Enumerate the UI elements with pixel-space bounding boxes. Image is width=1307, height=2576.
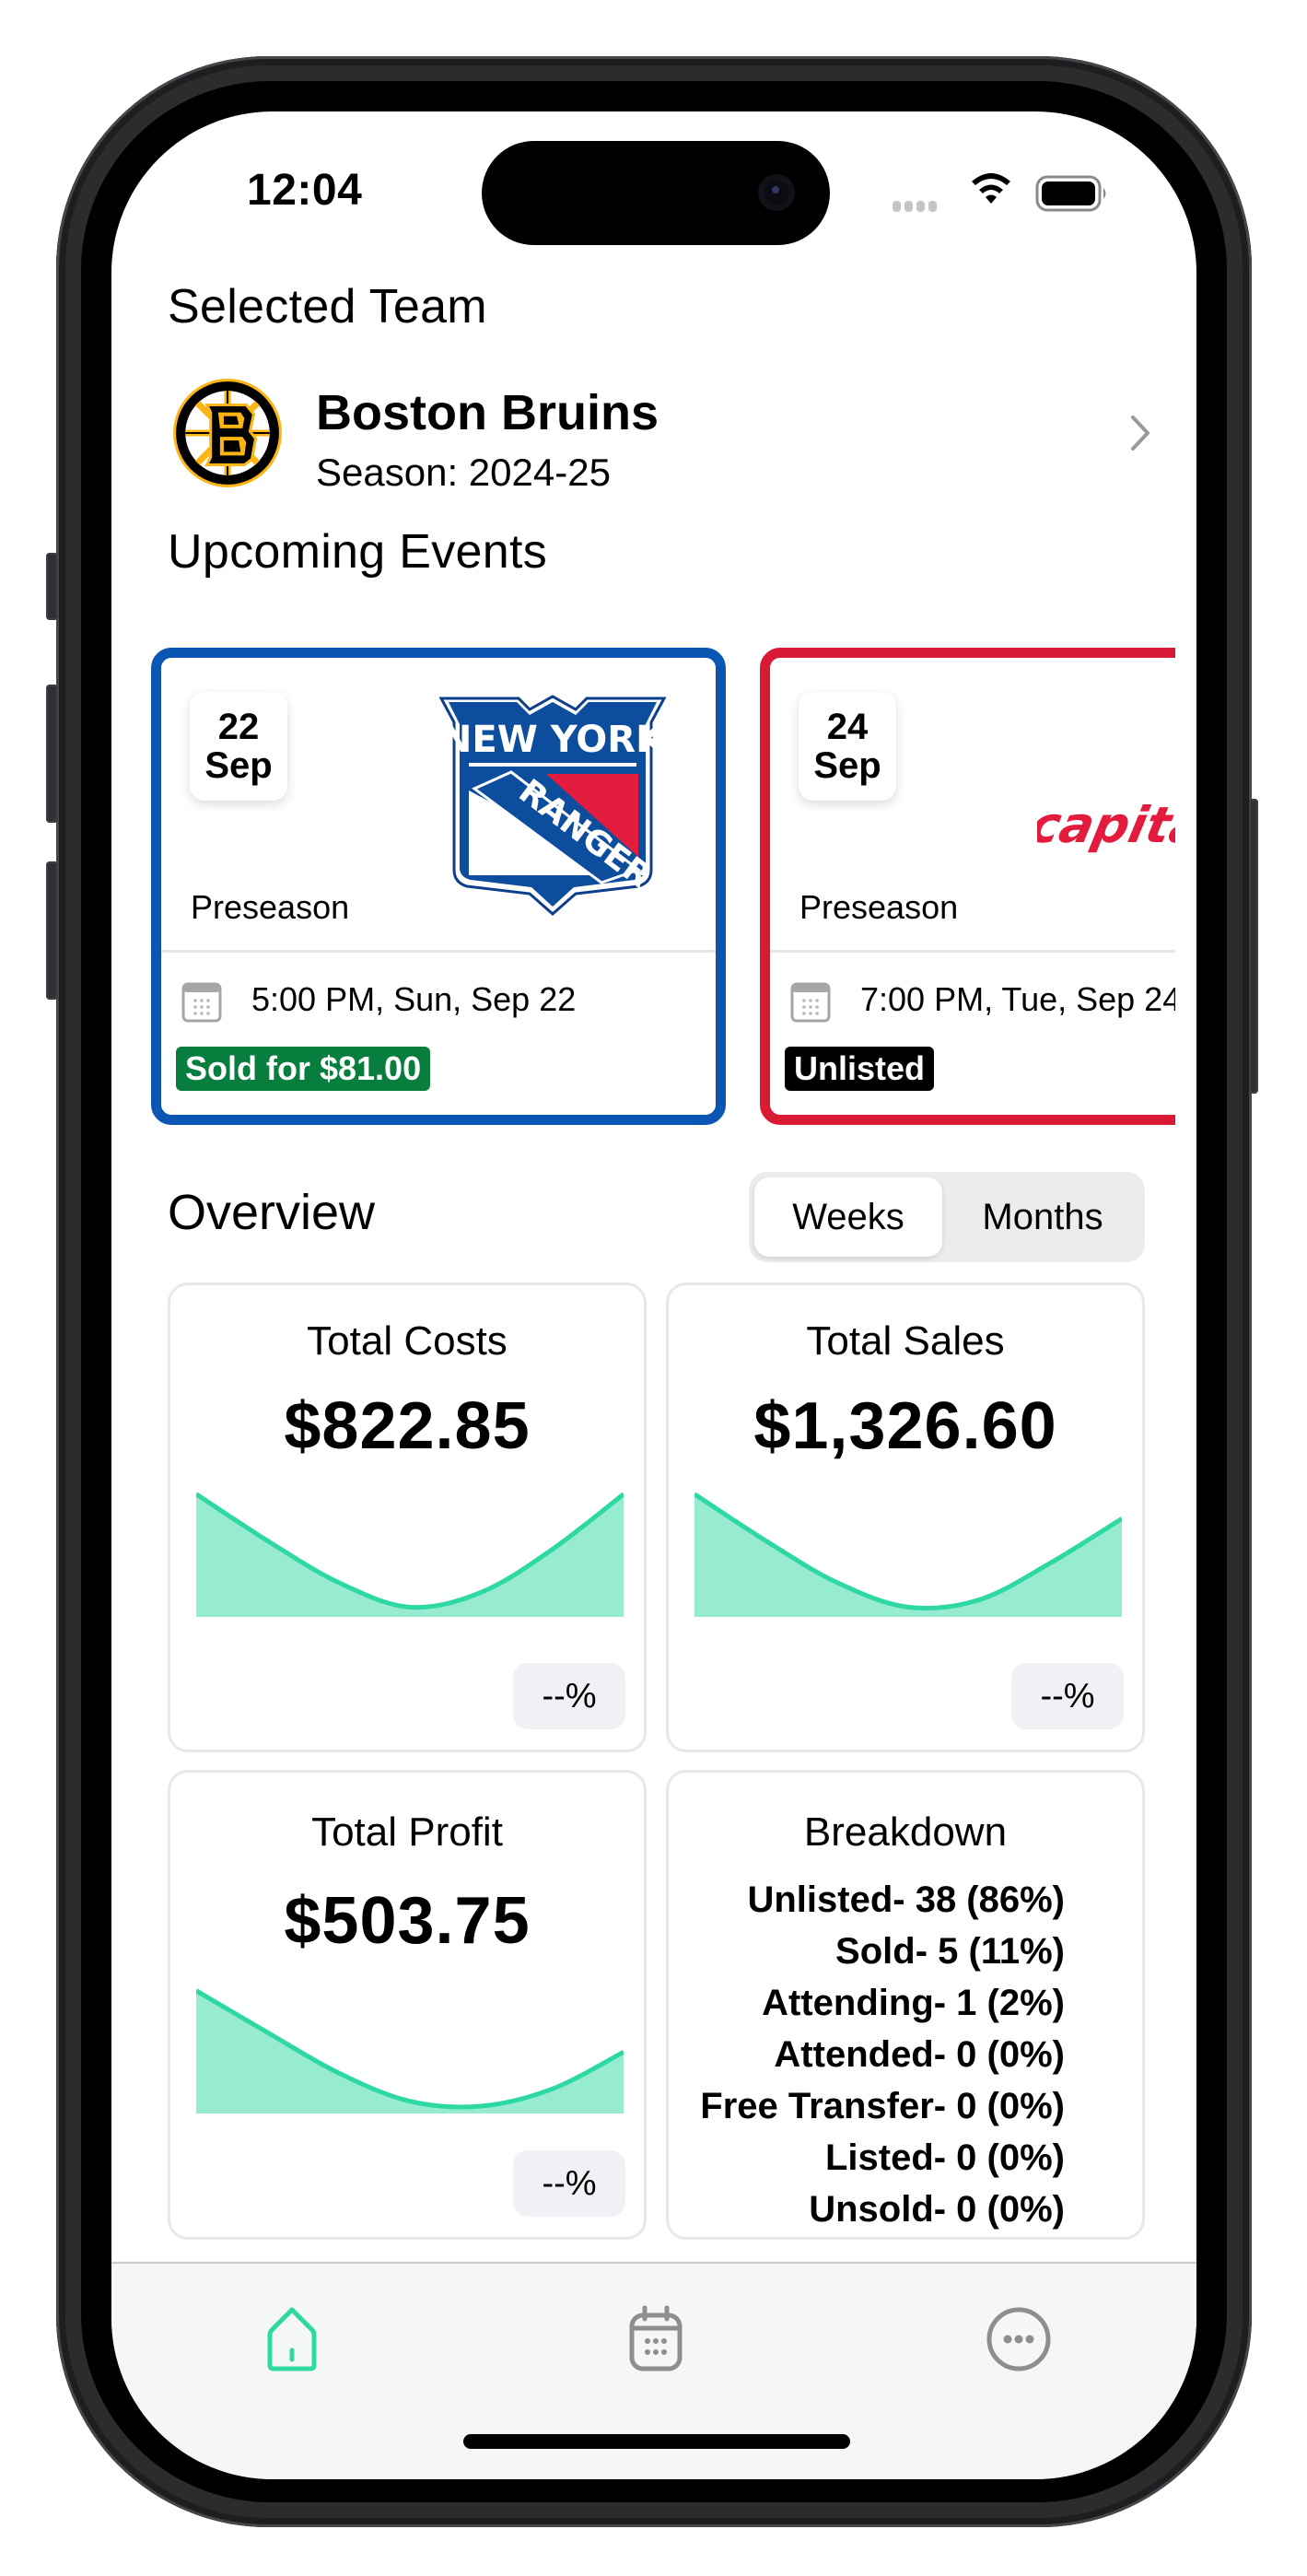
stat-change-chip: --% [513, 2150, 625, 2217]
segment-months[interactable]: Months [946, 1177, 1139, 1257]
stat-change-chip: --% [513, 1663, 625, 1729]
volume-up-button [46, 685, 58, 823]
selected-team-heading: Selected Team [168, 280, 487, 334]
home-content: Selected Team Boston Bruins Season: 2024… [111, 111, 1196, 2479]
breakdown-row: Attended- 0 (0%) [774, 2034, 1065, 2075]
upcoming-events-carousel[interactable]: 22 Sep NEW YORK RANGERS Preseason 5:00 P… [111, 646, 1175, 1125]
event-date-chip: 24 Sep [799, 692, 896, 801]
phone-screen: 12:04 Selected Team Boston Bruins Season… [111, 111, 1196, 2479]
breakdown-card[interactable]: Breakdown Unlisted- 38 (86%) Sold- 5 (11… [666, 1770, 1145, 2240]
event-type: Preseason [191, 888, 350, 926]
selected-team-row[interactable]: Boston Bruins Season: 2024-25 [168, 377, 1153, 494]
stat-title: Total Sales [806, 1318, 1005, 1364]
upcoming-events-heading: Upcoming Events [168, 525, 548, 579]
breakdown-row: Listed- 0 (0%) [824, 2137, 1065, 2178]
total-costs-card[interactable]: Total Costs $822.85 --% [168, 1282, 647, 1752]
capitals-logo-text: capitals [1037, 796, 1175, 854]
breakdown-row: Unsold- 0 (0%) [809, 2189, 1065, 2230]
period-segmented-control: Weeks Months [749, 1172, 1145, 1262]
breakdown-row: Unlisted- 38 (86%) [747, 1879, 1065, 1920]
boston-bruins-logo [173, 379, 282, 487]
home-icon[interactable] [255, 2302, 329, 2376]
team-season: Season: 2024-25 [316, 451, 611, 494]
calendar-icon [181, 982, 222, 1023]
stat-value: $503.75 [284, 1884, 531, 1958]
stat-change-chip: --% [1011, 1663, 1124, 1729]
event-status-badge: Sold for $81.00 [176, 1047, 431, 1091]
total-profit-card[interactable]: Total Profit $503.75 --% [168, 1770, 647, 2240]
team-name: Boston Bruins [316, 385, 659, 440]
event-type: Preseason [799, 888, 959, 926]
total-costs-sparkline [196, 1492, 624, 1617]
segment-weeks[interactable]: Weeks [754, 1177, 942, 1257]
sparkline-area [694, 1493, 1122, 1617]
washington-capitals-logo: capitals [1037, 796, 1175, 854]
breakdown-row: Free Transfer- 0 (0%) [700, 2086, 1065, 2126]
breakdown-title: Breakdown [803, 1809, 1008, 1855]
event-card[interactable]: 22 Sep NEW YORK RANGERS Preseason 5:00 P… [151, 648, 726, 1125]
event-month: Sep [204, 745, 273, 786]
calendar-tab-icon[interactable] [619, 2302, 693, 2376]
action-button [46, 553, 58, 620]
event-day: 24 [826, 707, 869, 747]
event-card[interactable]: 24 Sep capitals Preseason 7:00 PM, Tue, … [760, 648, 1175, 1125]
event-date-chip: 22 Sep [190, 692, 287, 801]
stat-value: $1,326.60 [753, 1389, 1057, 1463]
breakdown-row: Sold- 5 (11%) [835, 1931, 1065, 1972]
event-month: Sep [813, 745, 881, 786]
home-indicator[interactable] [463, 2434, 850, 2449]
event-divider [770, 950, 1175, 953]
breakdown-list: Unlisted- 38 (86%) Sold- 5 (11%) Attendi… [669, 1874, 1065, 2235]
total-profit-sparkline [196, 1988, 624, 2113]
more-icon[interactable] [982, 2302, 1056, 2376]
total-sales-card[interactable]: Total Sales $1,326.60 --% [666, 1282, 1145, 1752]
breakdown-row: Attending- 1 (2%) [762, 1983, 1065, 2023]
total-sales-sparkline [694, 1492, 1122, 1617]
stat-title: Total Profit [311, 1809, 503, 1855]
sparkline-area [196, 1990, 624, 2113]
new-york-rangers-logo: NEW YORK RANGERS [438, 695, 668, 916]
event-divider [161, 950, 716, 953]
rangers-logo-text-top: NEW YORK [441, 719, 666, 761]
stat-value: $822.85 [284, 1389, 531, 1463]
power-button [1249, 799, 1258, 1094]
stat-title: Total Costs [307, 1318, 508, 1364]
overview-heading: Overview [168, 1185, 376, 1240]
event-datetime: 7:00 PM, Tue, Sep 24 [860, 980, 1175, 1018]
event-day: 22 [217, 707, 260, 747]
chevron-right-icon[interactable] [1126, 410, 1153, 456]
event-status-badge: Unlisted [785, 1047, 935, 1091]
event-datetime: 5:00 PM, Sun, Sep 22 [251, 980, 577, 1018]
calendar-icon [790, 982, 831, 1023]
sparkline-area [196, 1493, 624, 1617]
volume-down-button [46, 861, 58, 1000]
